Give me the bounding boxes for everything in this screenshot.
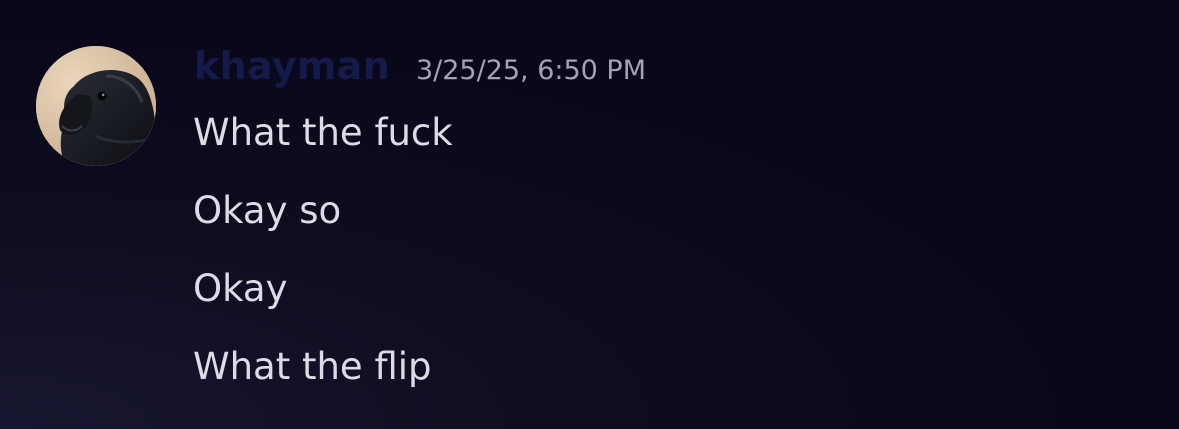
chat-message: khayman 3/25/25, 6:50 PM What the fuck O… — [0, 0, 1179, 429]
message-line: What the flip — [193, 345, 432, 388]
message-line: Okay so — [193, 189, 342, 232]
message-body: What the fuck Okay so Okay What the flip — [193, 108, 453, 420]
timestamp: 3/25/25, 6:50 PM — [415, 55, 647, 86]
avatar[interactable] — [36, 46, 156, 166]
raven-avatar-icon — [36, 46, 156, 166]
message-header: khayman 3/25/25, 6:50 PM — [194, 44, 646, 98]
message-line: Okay — [193, 267, 288, 310]
username[interactable]: khayman — [194, 44, 390, 88]
message-line: What the fuck — [193, 111, 453, 154]
